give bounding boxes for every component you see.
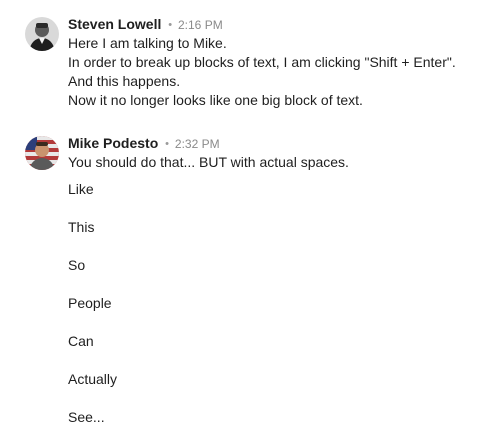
message-line: Actually <box>68 371 118 387</box>
message-line: Can <box>68 333 94 349</box>
timestamp[interactable]: 2:16 PM <box>178 18 223 32</box>
message-header: Mike Podesto • 2:32 PM <box>68 135 220 153</box>
message-line: Like <box>68 181 94 197</box>
author-name[interactable]: Steven Lowell <box>68 16 161 32</box>
separator-dot: • <box>168 19 173 31</box>
message-line: This <box>68 219 95 235</box>
timestamp[interactable]: 2:32 PM <box>175 137 220 151</box>
message-line: People <box>68 295 112 311</box>
message-line: You should do that... BUT with actual sp… <box>68 154 349 170</box>
message-line: And this happens. <box>68 73 181 89</box>
separator-dot: • <box>165 138 169 150</box>
steven-avatar-icon[interactable] <box>25 17 59 51</box>
message-line: Now it no longer looks like one big bloc… <box>68 92 363 108</box>
message-line: In order to break up blocks of text, I a… <box>68 54 456 70</box>
mike-avatar-icon[interactable] <box>25 136 59 170</box>
message-line: So <box>68 257 86 273</box>
message-line: See... <box>68 409 105 425</box>
message-header: Steven Lowell • 2:16 PM <box>68 16 223 34</box>
author-name[interactable]: Mike Podesto <box>68 135 158 151</box>
message-line: Here I am talking to Mike. <box>68 35 227 51</box>
